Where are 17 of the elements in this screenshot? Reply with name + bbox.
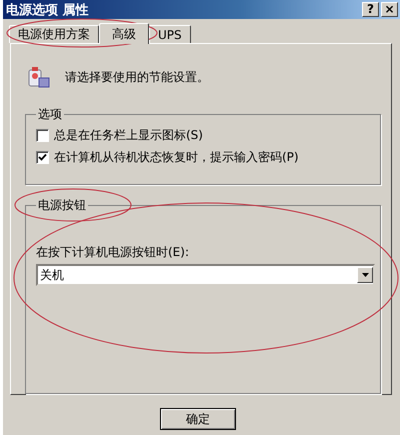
group-title: 选项 [37,106,63,123]
help-button[interactable]: ? [362,2,379,17]
ok-button[interactable]: 确定 [160,408,236,430]
close-button[interactable]: × [381,2,398,17]
tab[interactable]: 电源使用方案 [9,25,99,43]
checkbox[interactable] [36,129,49,142]
caret-icon [362,273,368,278]
tab[interactable]: UPS [149,25,191,43]
group-title: 电源按钮 [37,197,87,214]
dropdown-label: 在按下计算机电源按钮时(E): [36,244,190,262]
dropdown[interactable]: 关机 [36,264,375,286]
window-title: 电源选项 属性 [6,2,90,18]
checkbox-label: 总是在任务栏上显示图标(S) [54,127,203,144]
checkbox-label: 在计算机从待机状态恢复时，提示输入密码(P) [54,149,299,166]
intro-text: 请选择要使用的节能设置。 [65,69,209,86]
checkbox[interactable] [36,151,49,164]
tab[interactable]: 高级 [99,23,149,44]
